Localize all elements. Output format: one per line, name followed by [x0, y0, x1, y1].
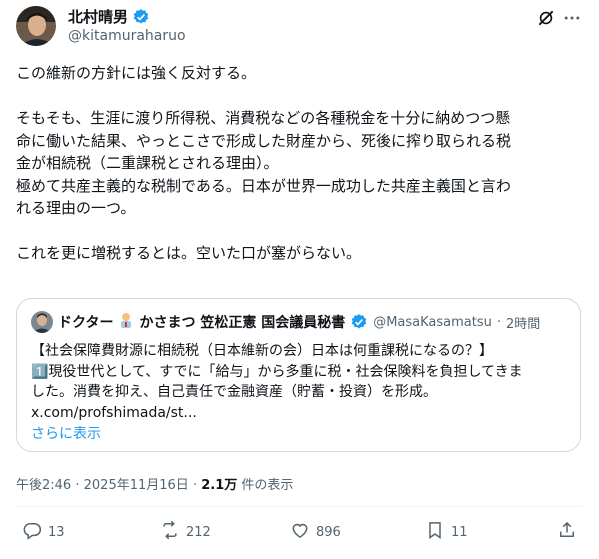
post-time[interactable]: 午後2:46 [16, 478, 71, 493]
quote-handle[interactable]: @MasaKasamatsu [373, 315, 492, 330]
bookmark-icon [425, 520, 445, 544]
quote-text: 【社会保障費財源に相続税（日本維新の会）日本は何重課税になるの？】 1️⃣現役世… [31, 343, 523, 421]
grok-icon[interactable] [536, 8, 556, 28]
view-label: 件の表示 [241, 478, 294, 493]
author-avatar[interactable] [16, 6, 56, 46]
view-count: 2.1万 [201, 478, 238, 493]
action-bar: 13 212 896 11 [0, 520, 599, 544]
bookmark-count: 11 [451, 524, 468, 540]
doctor-emoji-icon [118, 312, 134, 332]
quoted-post[interactable]: ドクター かさまつ 笠松正憲 国会議員秘書 @MasaKasamatsu · 2… [16, 298, 581, 452]
like-count: 896 [316, 524, 341, 540]
quote-avatar[interactable] [31, 311, 53, 333]
quote-time[interactable]: 2時間 [506, 313, 540, 332]
divider [16, 506, 583, 507]
repost-icon [160, 520, 180, 544]
quote-verified-icon [350, 313, 368, 331]
verified-icon [132, 8, 150, 26]
show-more-link[interactable]: さらに表示 [31, 423, 101, 443]
quote-author-name-1[interactable]: ドクター [58, 312, 113, 332]
more-icon[interactable] [562, 8, 582, 28]
meta-separator: · [192, 478, 198, 493]
bookmark-button[interactable]: 11 [425, 520, 468, 544]
repost-button[interactable]: 212 [160, 520, 211, 544]
post-meta: 午後2:46 · 2025年11月16日 · 2.1万 件の表示 [16, 474, 293, 493]
reply-count: 13 [48, 524, 65, 540]
meta-separator: · [75, 478, 80, 493]
author-handle[interactable]: @kitamuraharuo [68, 28, 186, 44]
share-button[interactable] [557, 520, 577, 544]
post-text: この維新の方針には強く反対する。 そもそも、生涯に渡り所得税、消費税などの各種税… [16, 64, 512, 262]
quote-separator: · [496, 314, 502, 330]
like-icon [290, 520, 310, 544]
repost-count: 212 [186, 524, 211, 540]
quote-author-name-2[interactable]: かさまつ 笠松正憲 国会議員秘書 [139, 312, 345, 332]
reply-icon [22, 520, 42, 544]
reply-button[interactable]: 13 [22, 520, 65, 544]
post-date[interactable]: 2025年11月16日 [84, 478, 189, 493]
author-name[interactable]: 北村晴男 [68, 6, 128, 27]
like-button[interactable]: 896 [290, 520, 341, 544]
share-icon [557, 520, 577, 544]
